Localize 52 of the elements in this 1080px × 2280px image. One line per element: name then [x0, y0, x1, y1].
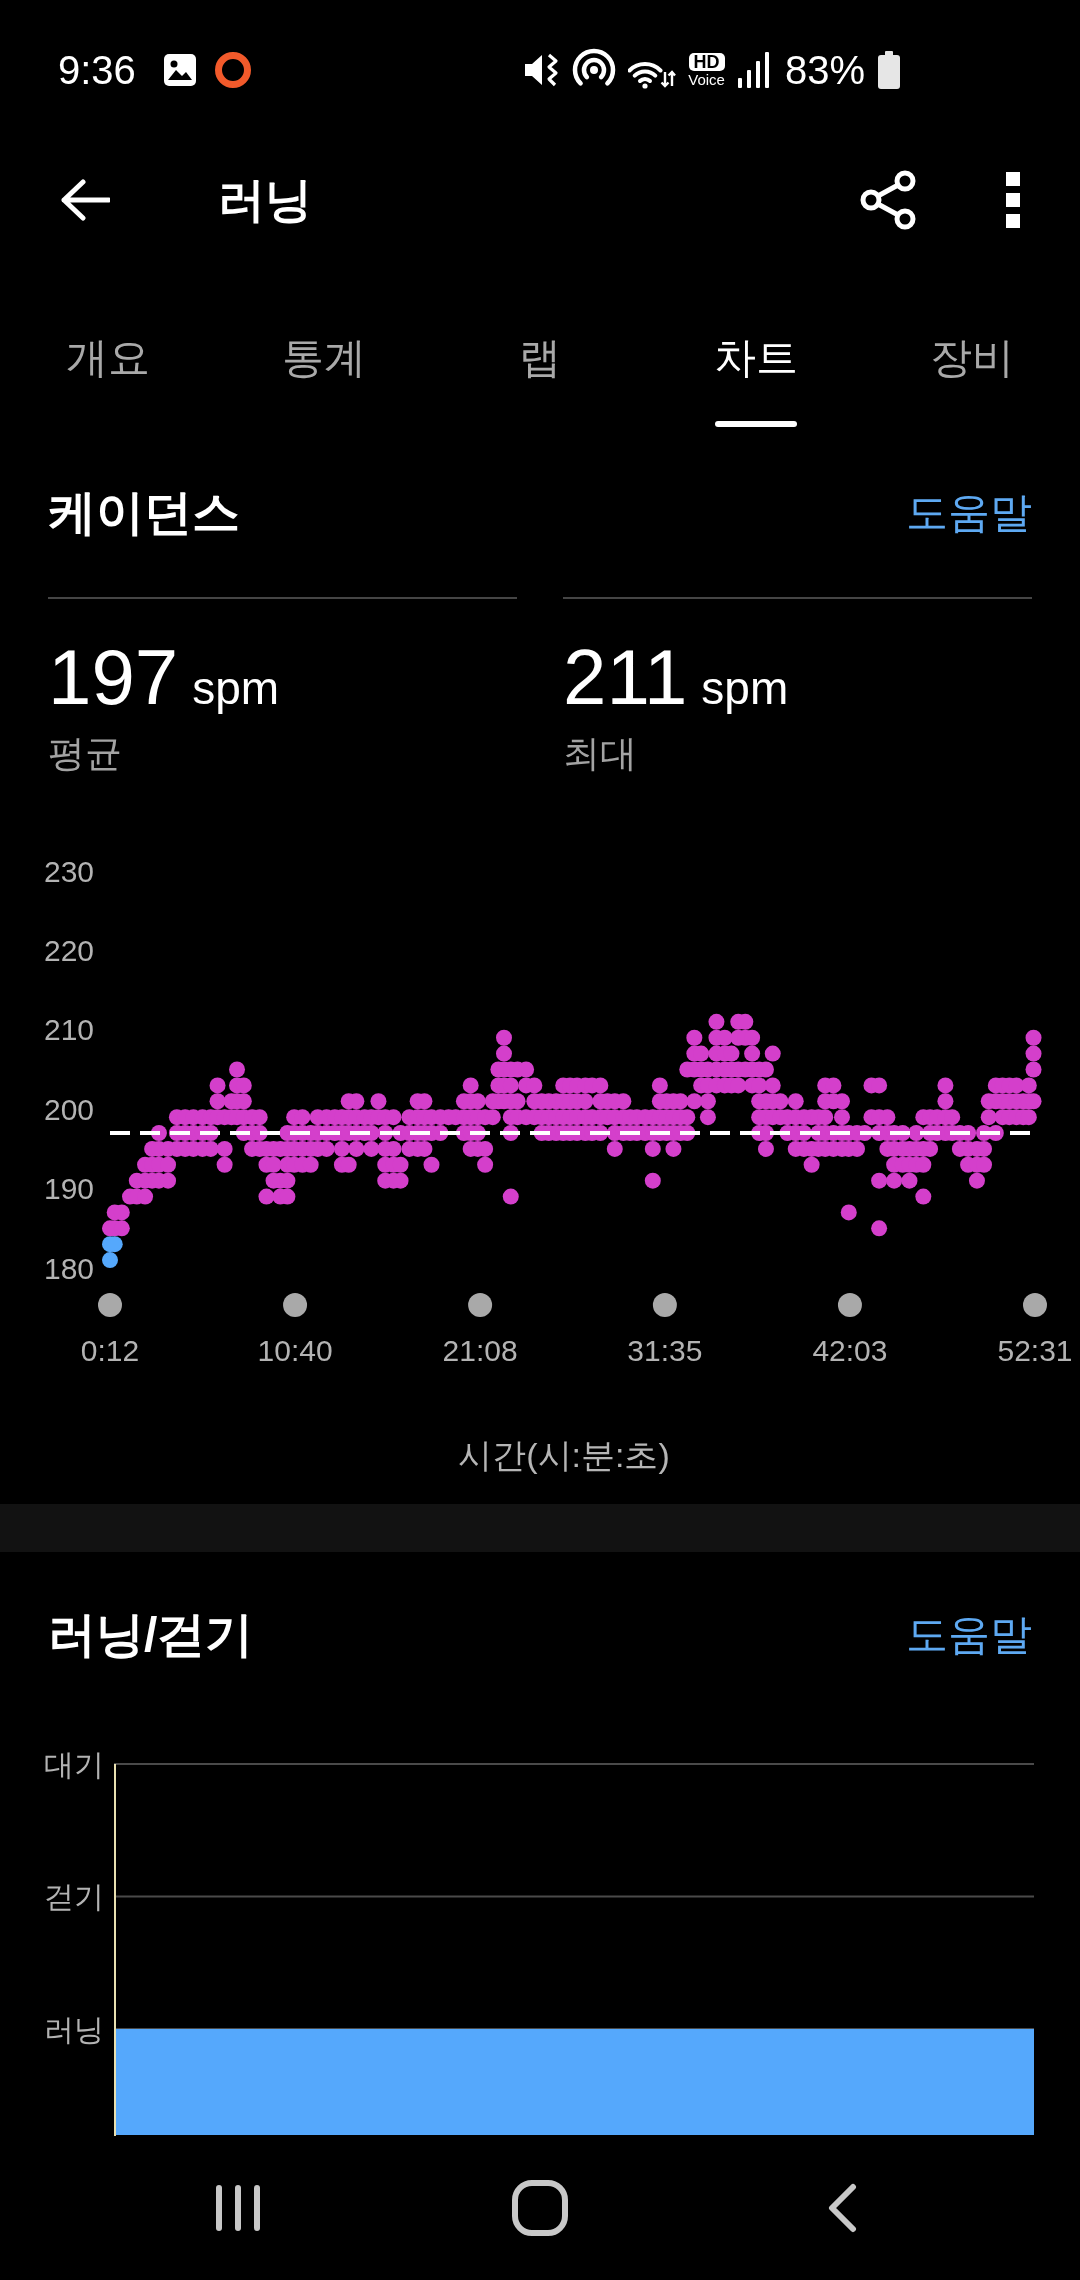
tab[interactable]: 통계	[216, 260, 432, 430]
more-icon[interactable]	[1005, 172, 1021, 228]
back-icon[interactable]	[826, 2183, 858, 2233]
unit-label: spm	[701, 663, 789, 713]
y-axis-label: 210	[44, 1013, 95, 1047]
stat-label: 최대	[563, 732, 638, 776]
tab[interactable]: 차트	[648, 260, 864, 430]
recent-apps-icon[interactable]	[215, 2184, 261, 2232]
x-axis-label: 0:12	[80, 1333, 140, 1367]
hd-badge: HD	[688, 52, 725, 71]
tick-dot-icon	[1023, 1293, 1047, 1317]
section-title: 케이던스	[48, 485, 240, 541]
home-icon[interactable]	[512, 2180, 568, 2236]
stat-value: 211	[563, 632, 688, 722]
stat-label: 평균	[48, 732, 123, 776]
y-axis-label: 200	[44, 1092, 95, 1126]
tick-dot-icon	[837, 1293, 862, 1317]
x-axis-label: 31:35	[627, 1333, 703, 1367]
help-link[interactable]: 도움말	[906, 483, 1032, 543]
section-title: 러닝/걷기	[48, 1607, 254, 1663]
signal-icon	[736, 52, 769, 88]
screen-title: 러닝	[218, 172, 312, 228]
y-axis-label: 걷기	[44, 1880, 104, 1913]
tick-dot-icon	[283, 1293, 308, 1317]
x-axis-label: 10:40	[257, 1333, 333, 1367]
battery-percent: 83%	[784, 50, 865, 90]
tick-dot-icon	[98, 1293, 122, 1317]
y-axis-label: 대기	[44, 1747, 104, 1781]
tab[interactable]: 장비	[864, 260, 1080, 430]
y-axis-label: 러닝	[44, 2012, 104, 2046]
y-axis-label: 230	[44, 854, 95, 888]
tick-dot-icon	[468, 1293, 493, 1317]
ring-icon	[214, 52, 251, 88]
time-label: 9:36	[58, 50, 136, 90]
y-axis-label: 220	[44, 933, 95, 967]
x-axis-label: 52:31	[997, 1333, 1073, 1367]
y-axis-label: 180	[44, 1251, 95, 1285]
tab[interactable]: 개요	[0, 260, 216, 430]
y-axis-label: 190	[44, 1172, 95, 1206]
x-axis-label: 21:08	[442, 1333, 518, 1367]
back-arrow-icon[interactable]	[60, 179, 110, 221]
tab[interactable]: 랩	[432, 260, 648, 430]
axis-title: 시간(시:분:초)	[457, 1435, 671, 1476]
stat-value: 197	[48, 632, 179, 722]
voice-label: Voice	[688, 71, 725, 88]
x-axis-label: 42:03	[812, 1333, 888, 1367]
image-icon	[162, 53, 197, 87]
tick-dot-icon	[652, 1293, 677, 1317]
battery-icon	[877, 51, 901, 89]
share-icon[interactable]	[859, 170, 917, 230]
unit-label: spm	[192, 663, 280, 713]
help-link[interactable]: 도움말	[906, 1605, 1032, 1665]
